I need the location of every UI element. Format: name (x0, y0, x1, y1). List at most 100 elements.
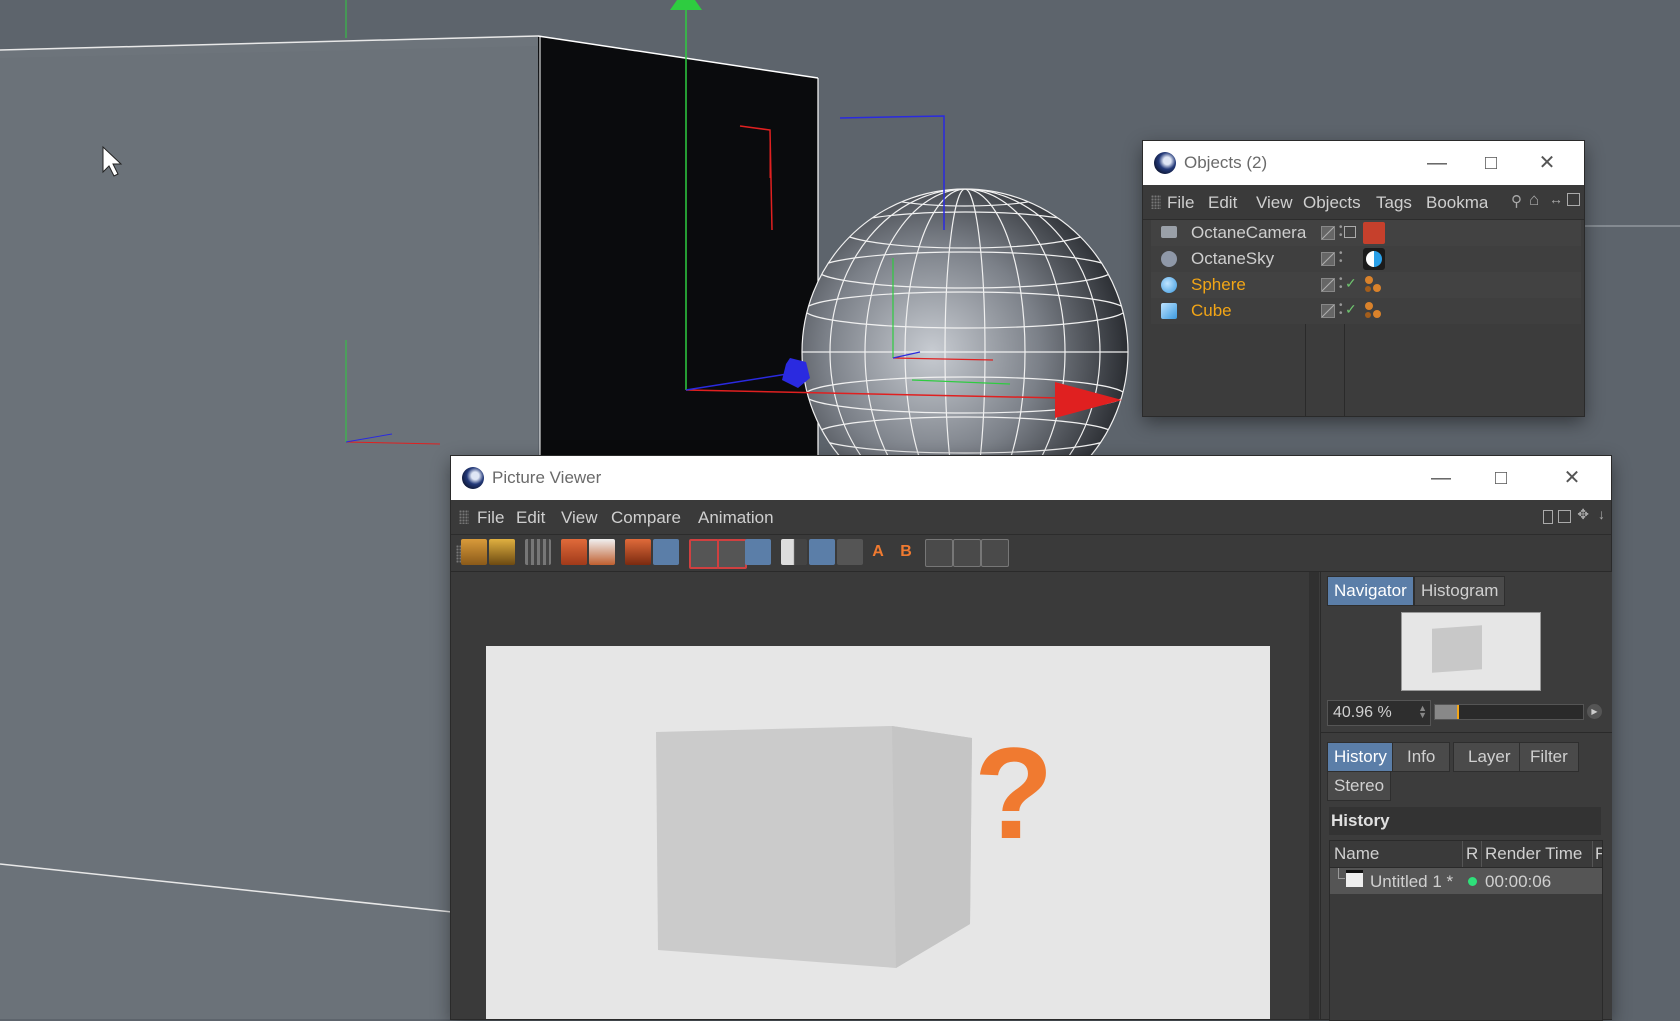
close-button[interactable]: ✕ (1549, 462, 1595, 494)
objects-window[interactable]: Objects (2) — □ ✕ File Edit View Objects… (1143, 141, 1584, 416)
layout-1-icon[interactable] (925, 539, 953, 567)
set-b-icon[interactable]: B (893, 539, 919, 565)
search-icon[interactable]: ⚲ (1511, 192, 1522, 210)
menu-file[interactable]: File (1167, 193, 1194, 213)
grip-icon (1151, 195, 1161, 209)
render-flag-icon[interactable] (1344, 226, 1356, 238)
view-scrollbar[interactable] (1309, 572, 1319, 1019)
tab-stereo[interactable]: Stereo (1327, 771, 1392, 801)
side-panel: Navigator Histogram 40.96 % ▲ ▼ ▶ History… (1320, 572, 1612, 1021)
visibility-toggle[interactable] (1321, 278, 1335, 292)
open-file-icon[interactable] (461, 539, 487, 565)
history-table: Name R Render Time F Untitled 1 * 00:00:… (1329, 840, 1603, 1021)
enabled-check-icon[interactable]: ✓ (1345, 301, 1357, 318)
object-name: OctaneSky (1191, 249, 1275, 268)
layout-3-icon[interactable] (981, 539, 1009, 567)
copy-frame-icon[interactable] (625, 539, 651, 565)
ab-difference-icon[interactable] (809, 539, 835, 565)
new-window-icon[interactable] (1567, 193, 1580, 206)
object-row-sphere[interactable]: Sphere • • ✓ (1151, 272, 1581, 298)
menu-bookmarks[interactable]: Bookma (1426, 193, 1488, 213)
menu-view[interactable]: View (1256, 193, 1293, 213)
column-name[interactable]: Name (1334, 844, 1379, 864)
tab-histogram[interactable]: Histogram (1414, 576, 1506, 606)
new-panel-icon[interactable] (1558, 510, 1571, 523)
menu-tags[interactable]: Tags (1376, 193, 1412, 213)
render-view-area[interactable]: ? (451, 572, 1319, 1019)
history-header-row: Name R Render Time F (1330, 841, 1602, 868)
render-settings-icon[interactable] (589, 539, 615, 565)
view-a-icon[interactable] (689, 539, 719, 569)
menu-compare[interactable]: Compare (611, 508, 681, 528)
paste-frame-icon[interactable] (653, 539, 679, 565)
tab-history[interactable]: History (1327, 742, 1394, 772)
picture-viewer-menubar: File Edit View Compare Animation ✥ ↓ (451, 500, 1611, 535)
visibility-toggle[interactable] (1321, 252, 1335, 266)
picture-viewer-toolbar: A B (451, 535, 1611, 572)
tab-filter[interactable]: Filter (1519, 742, 1579, 772)
menu-animation[interactable]: Animation (698, 508, 774, 528)
minimize-button[interactable]: — (1414, 147, 1460, 179)
compare-icon[interactable] (745, 539, 771, 565)
enabled-check-icon[interactable]: ✓ (1345, 275, 1357, 292)
stepper-arrows-icon[interactable]: ▲ ▼ (1418, 704, 1427, 720)
zoom-slider-handle[interactable] (1457, 705, 1459, 719)
objects-menubar: File Edit View Objects Tags Bookma ⚲ ⌂ ↔ (1143, 185, 1584, 220)
minimize-button[interactable]: — (1418, 462, 1464, 494)
column-r[interactable]: R (1466, 844, 1478, 864)
menu-edit[interactable]: Edit (1208, 193, 1237, 213)
close-button[interactable]: ✕ (1524, 147, 1570, 179)
ab-toggle-icon[interactable] (837, 539, 863, 565)
set-a-icon[interactable]: A (865, 539, 891, 565)
history-section-title: History (1331, 811, 1390, 830)
visibility-toggle[interactable] (1321, 304, 1335, 318)
home-icon[interactable]: ⌂ (1529, 190, 1539, 210)
layout-2-icon[interactable] (953, 539, 981, 567)
view-b-icon[interactable] (717, 539, 747, 569)
maximize-button[interactable]: □ (1468, 147, 1514, 179)
tab-navigator[interactable]: Navigator (1327, 576, 1414, 606)
octane-camera-tag-icon[interactable] (1363, 222, 1385, 244)
navigator-thumbnail[interactable] (1401, 612, 1541, 691)
octane-environment-tag-icon[interactable] (1363, 248, 1385, 270)
render-dots[interactable]: • • (1339, 249, 1345, 268)
maximize-button[interactable]: □ (1478, 462, 1524, 494)
objects-window-title: Objects (2) (1184, 153, 1268, 172)
cinema4d-logo-icon (462, 467, 484, 489)
menu-edit[interactable]: Edit (516, 508, 545, 528)
region-render-icon[interactable] (561, 539, 587, 565)
cube-icon (1161, 303, 1177, 319)
zoom-menu-button[interactable]: ▶ (1587, 704, 1602, 719)
object-row-octanesky[interactable]: OctaneSky • • (1151, 246, 1581, 272)
panel-layout-icon[interactable] (1543, 510, 1553, 524)
objects-titlebar[interactable]: Objects (2) — □ ✕ (1143, 141, 1584, 185)
dock-arrow-icon[interactable]: ↓ (1598, 506, 1605, 522)
split-ab-icon[interactable] (781, 539, 807, 565)
visibility-toggle[interactable] (1321, 226, 1335, 240)
picture-viewer-titlebar[interactable]: Picture Viewer — □ ✕ (451, 456, 1611, 500)
history-row[interactable]: Untitled 1 * 00:00:06 (1330, 868, 1602, 894)
picture-viewer-window[interactable]: Picture Viewer — □ ✕ File Edit View Comp… (451, 456, 1612, 1021)
arrows-icon[interactable]: ↔ (1549, 191, 1563, 207)
move-icon[interactable]: ✥ (1577, 506, 1589, 523)
object-row-octanecamera[interactable]: OctaneCamera • • (1151, 220, 1581, 246)
zoom-slider[interactable] (1434, 704, 1584, 720)
column-f[interactable]: F (1595, 844, 1602, 864)
grid-icon[interactable] (525, 539, 551, 565)
tab-info[interactable]: Info (1392, 742, 1451, 772)
object-name: Sphere (1191, 275, 1246, 294)
menu-view[interactable]: View (561, 508, 598, 528)
camera-icon (1161, 226, 1177, 238)
zoom-field[interactable]: 40.96 % ▲ ▼ (1327, 700, 1431, 726)
material-tag-icon[interactable] (1363, 300, 1385, 322)
object-name: OctaneCamera (1191, 223, 1307, 242)
material-tag-icon[interactable] (1363, 274, 1385, 296)
object-row-cube[interactable]: Cube • • ✓ (1151, 298, 1581, 324)
zoom-value: 40.96 % (1333, 704, 1392, 721)
menu-file[interactable]: File (477, 508, 504, 528)
save-icon[interactable] (489, 539, 515, 565)
tab-layer[interactable]: Layer (1453, 742, 1526, 772)
sphere-icon (1161, 277, 1177, 293)
menu-objects[interactable]: Objects (1303, 193, 1361, 213)
column-render-time[interactable]: Render Time (1485, 844, 1582, 864)
